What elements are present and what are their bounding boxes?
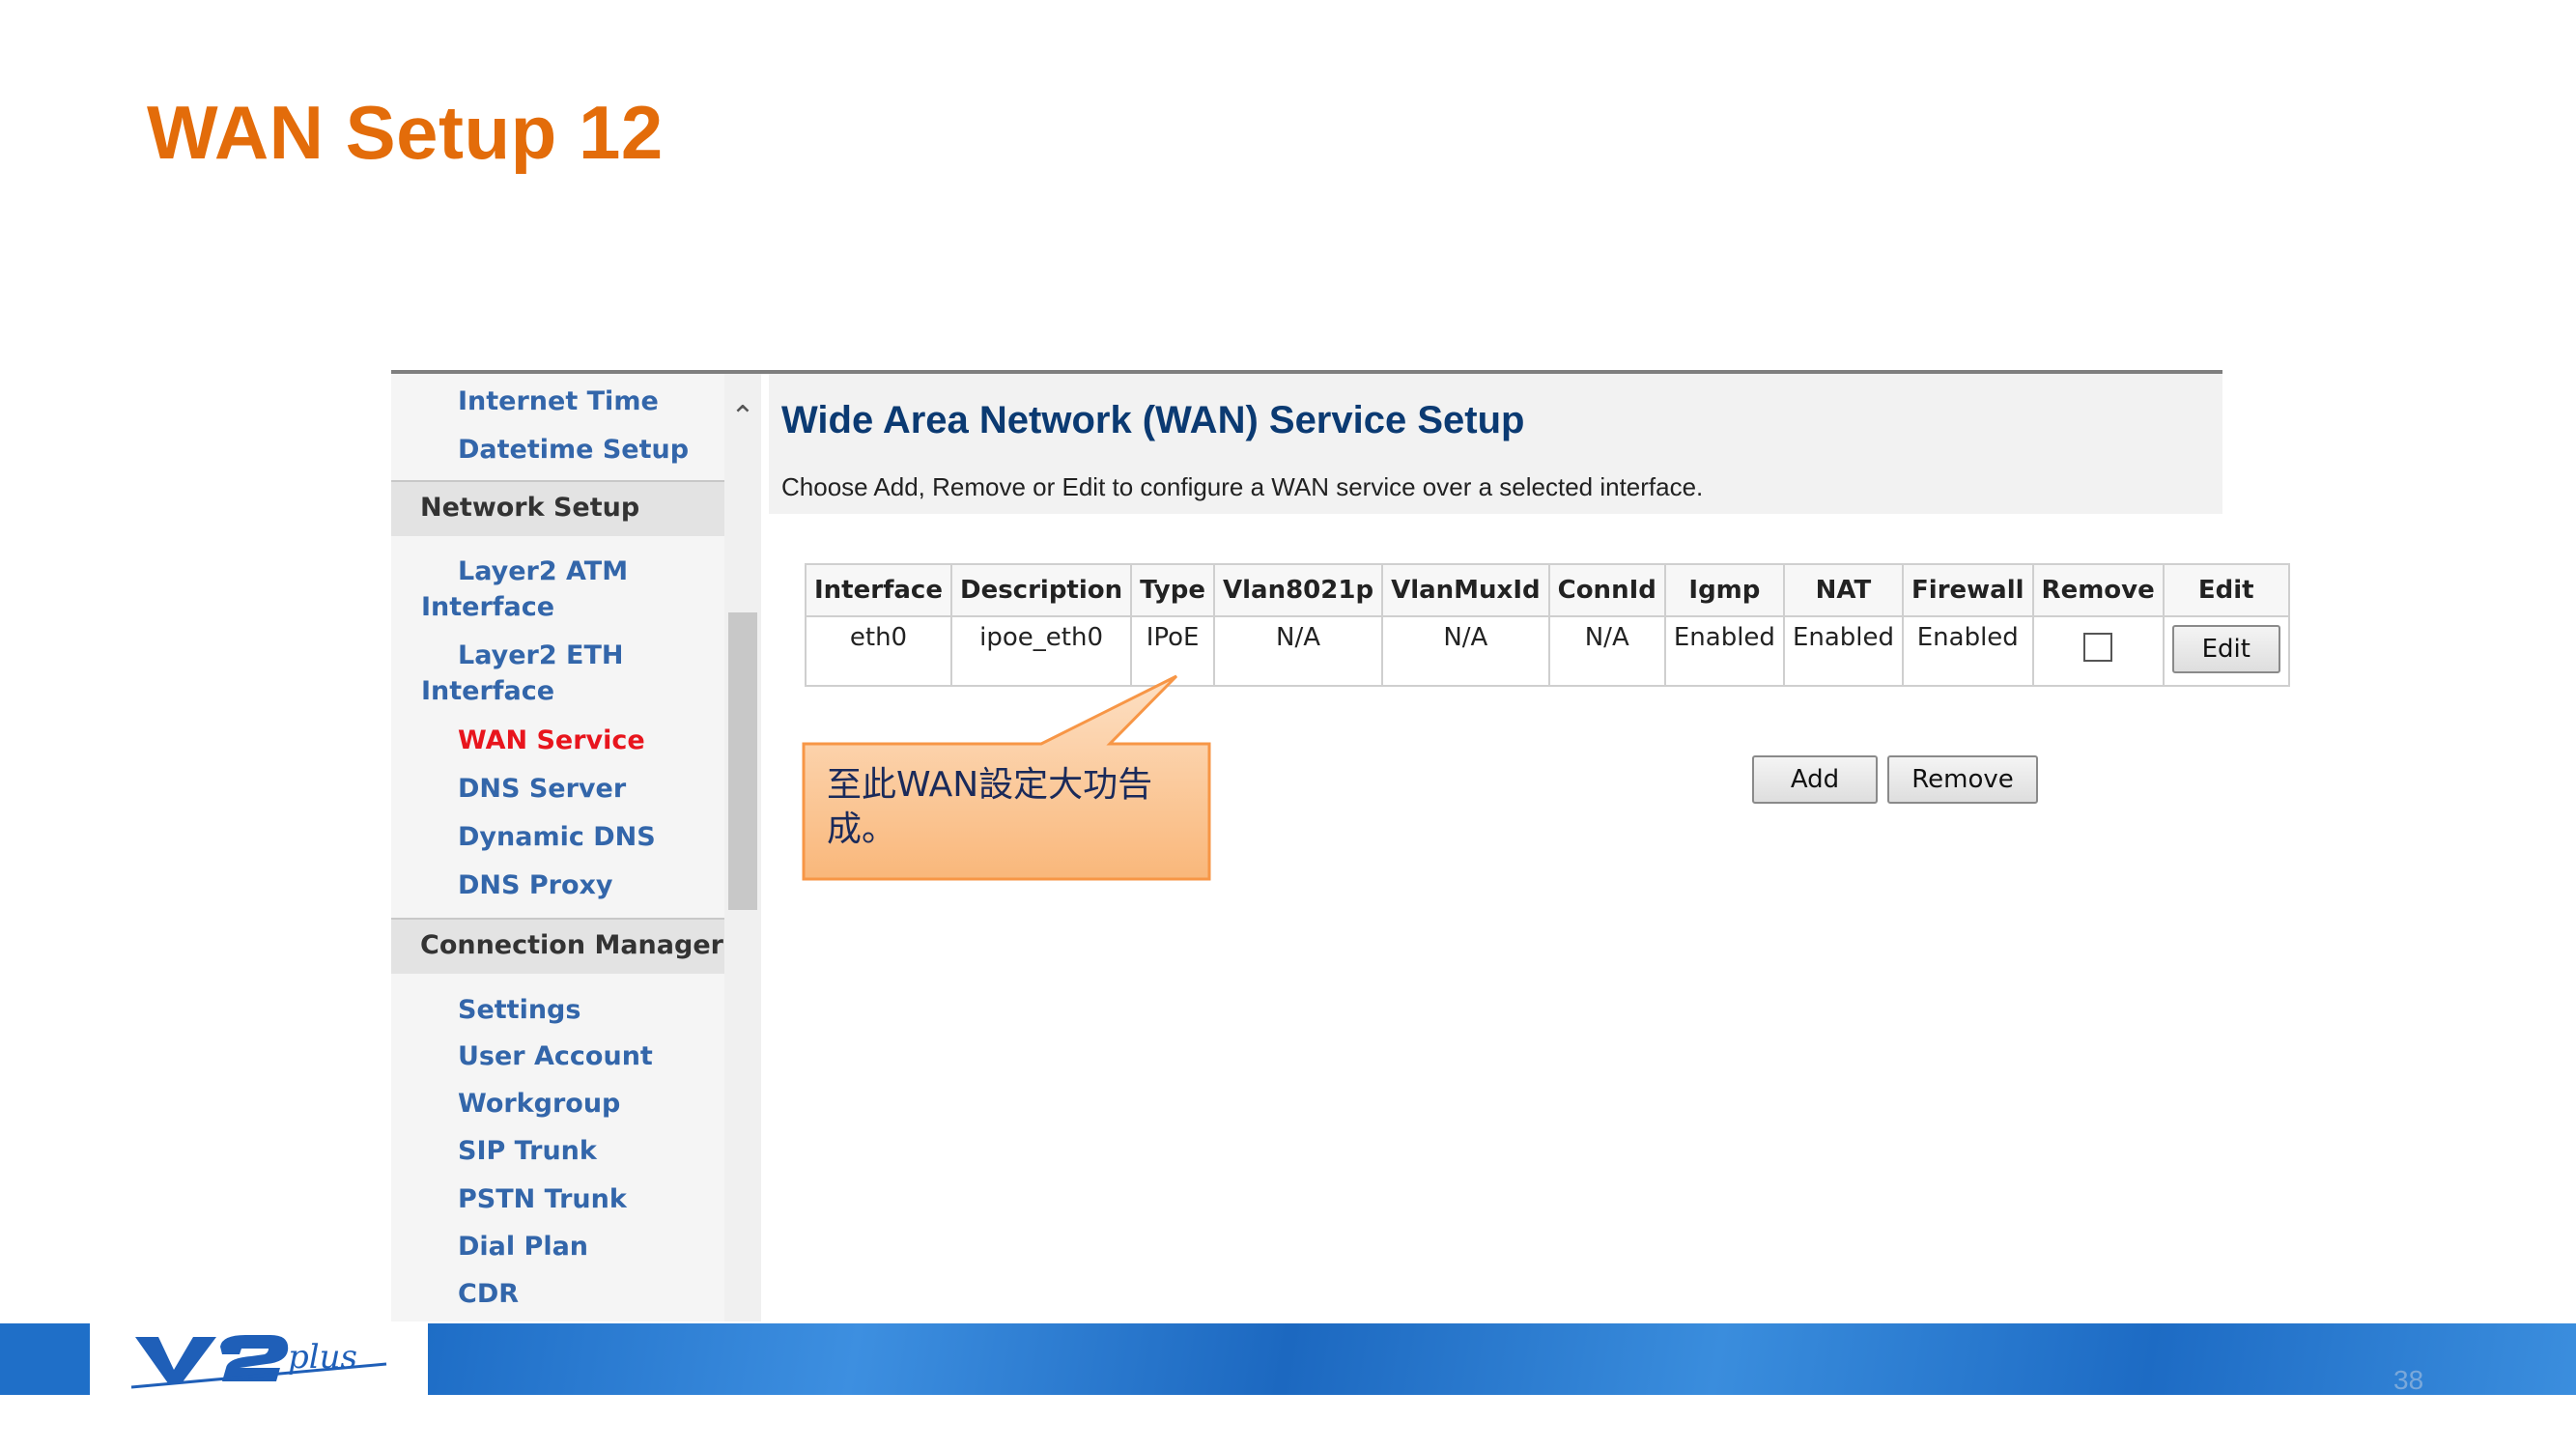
- footer-band: [428, 1323, 2576, 1395]
- sidebar-scrollbar[interactable]: ⌃: [724, 374, 761, 1321]
- footer-left-block: [0, 1323, 90, 1395]
- column-header: Firewall: [1902, 563, 2034, 617]
- sidebar-item-user-account[interactable]: User Account: [458, 1038, 653, 1074]
- sidebar-item-dns-proxy[interactable]: DNS Proxy: [458, 867, 613, 903]
- sidebar-item-dynamic-dns[interactable]: Dynamic DNS: [458, 819, 656, 855]
- edit-button[interactable]: Edit: [2171, 625, 2280, 673]
- cell-vlan8021p: N/A: [1212, 615, 1384, 687]
- sidebar-item-settings[interactable]: Settings: [458, 992, 580, 1028]
- page-number: 38: [2393, 1365, 2424, 1395]
- column-header: NAT: [1782, 563, 1905, 617]
- cell-remove: [2031, 615, 2165, 687]
- cell-nat: Enabled: [1782, 615, 1905, 687]
- column-header: Remove: [2031, 563, 2165, 617]
- cell-igmp: Enabled: [1663, 615, 1785, 687]
- sidebar-item-datetime-setup[interactable]: Datetime Setup: [458, 432, 689, 468]
- sidebar-item-pstn-trunk[interactable]: PSTN Trunk: [458, 1181, 627, 1217]
- sidebar-item-wan-service[interactable]: WAN Service: [458, 723, 645, 758]
- column-header: Interface: [805, 563, 952, 617]
- wan-service-table: Interface Description Type Vlan8021p Vla…: [805, 563, 2290, 687]
- sidebar-item-dns-server[interactable]: DNS Server: [458, 771, 626, 807]
- cell-connid: N/A: [1547, 615, 1666, 687]
- callout-text: 至此WAN設定大功告成。: [827, 765, 1153, 849]
- router-screenshot: Internet Time Datetime Setup Network Set…: [391, 370, 2290, 1321]
- column-header: VlanMuxId: [1381, 563, 1550, 617]
- column-header: ConnId: [1547, 563, 1666, 617]
- sidebar-item-dial-plan[interactable]: Dial Plan: [458, 1229, 588, 1264]
- sidebar-item-workgroup[interactable]: Workgroup: [458, 1086, 620, 1122]
- column-header: Igmp: [1663, 563, 1785, 617]
- table-header-row: Interface Description Type Vlan8021p Vla…: [805, 563, 2290, 617]
- column-header: Edit: [2162, 563, 2290, 617]
- column-header: Type: [1130, 563, 1215, 617]
- remove-button[interactable]: Remove: [1887, 755, 2038, 804]
- sidebar-section-network-setup[interactable]: Network Setup: [391, 480, 724, 536]
- v2plus-logo: plus: [130, 1335, 387, 1389]
- column-header: Vlan8021p: [1212, 563, 1384, 617]
- sidebar-item-sip-trunk[interactable]: SIP Trunk: [458, 1133, 597, 1169]
- slide-title: WAN Setup 12: [147, 90, 664, 175]
- page-description: Choose Add, Remove or Edit to configure …: [781, 472, 1704, 501]
- main-header: Wide Area Network (WAN) Service Setup Ch…: [769, 374, 2222, 514]
- sidebar-section-connection-manager[interactable]: Connection Manager: [391, 918, 724, 974]
- sidebar-item-layer2-atm[interactable]: Layer2 ATM Interface: [421, 554, 711, 625]
- page-title: Wide Area Network (WAN) Service Setup: [781, 399, 1525, 441]
- cell-vlanmuxid: N/A: [1381, 615, 1550, 687]
- chevron-up-icon[interactable]: ⌃: [724, 403, 761, 432]
- scrollbar-thumb[interactable]: [728, 612, 757, 910]
- sidebar-item-cdr[interactable]: CDR: [458, 1276, 519, 1312]
- sidebar: Internet Time Datetime Setup Network Set…: [391, 374, 724, 1321]
- cell-firewall: Enabled: [1902, 615, 2034, 687]
- column-header: Description: [949, 563, 1133, 617]
- remove-checkbox[interactable]: [2083, 633, 2113, 662]
- cell-edit: Edit: [2162, 615, 2290, 687]
- sidebar-item-internet-time[interactable]: Internet Time: [458, 384, 659, 419]
- add-button[interactable]: Add: [1752, 755, 1878, 804]
- sidebar-item-layer2-eth[interactable]: Layer2 ETH Interface: [421, 638, 711, 709]
